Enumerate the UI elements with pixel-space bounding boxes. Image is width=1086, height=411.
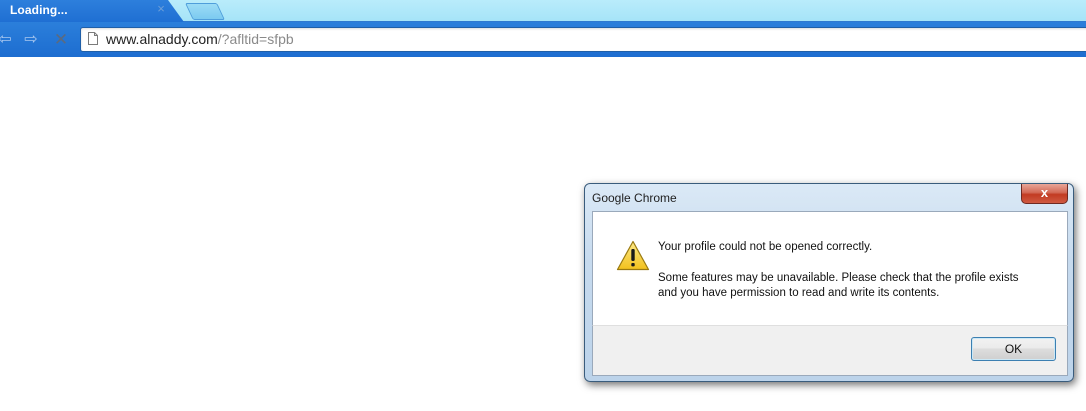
error-dialog: Google Chrome x Your profile could not b… bbox=[584, 183, 1074, 382]
dialog-footer: OK bbox=[592, 325, 1068, 376]
tab-active[interactable]: Loading... × bbox=[0, 0, 184, 22]
close-icon: x bbox=[1040, 185, 1049, 200]
url-text[interactable]: www.alnaddy.com/?afltid=sfpb bbox=[106, 31, 294, 47]
toolbar: ⇦ ⇨ ✕ www.alnaddy.com/?afltid=sfpb bbox=[0, 22, 1086, 57]
url-path: /?afltid=sfpb bbox=[217, 31, 294, 47]
dialog-detail-text: Some features may be unavailable. Please… bbox=[658, 272, 1019, 299]
stop-icon[interactable]: ✕ bbox=[52, 31, 70, 49]
forward-arrow-icon[interactable]: ⇨ bbox=[22, 31, 40, 49]
dialog-body: Your profile could not be opened correct… bbox=[592, 211, 1068, 326]
dialog-title: Google Chrome bbox=[592, 191, 677, 205]
tab-strip: Loading... × bbox=[0, 0, 1086, 22]
dialog-message: Your profile could not be opened correct… bbox=[658, 241, 873, 253]
browser-window: Loading... × ⇦ ⇨ ✕ www.alnaddy.com/?aflt… bbox=[0, 0, 1086, 411]
ok-button[interactable]: OK bbox=[971, 337, 1056, 361]
back-arrow-icon[interactable]: ⇦ bbox=[0, 31, 14, 49]
new-tab-button[interactable] bbox=[185, 3, 225, 20]
tab-close-icon[interactable]: × bbox=[154, 2, 168, 16]
address-bar[interactable]: www.alnaddy.com/?afltid=sfpb bbox=[80, 27, 1086, 52]
page-icon bbox=[88, 32, 98, 45]
url-host: www.alnaddy.com bbox=[106, 31, 218, 47]
tab-title: Loading... bbox=[10, 3, 68, 17]
dialog-close-button[interactable]: x bbox=[1021, 184, 1068, 204]
warning-icon bbox=[616, 240, 650, 271]
